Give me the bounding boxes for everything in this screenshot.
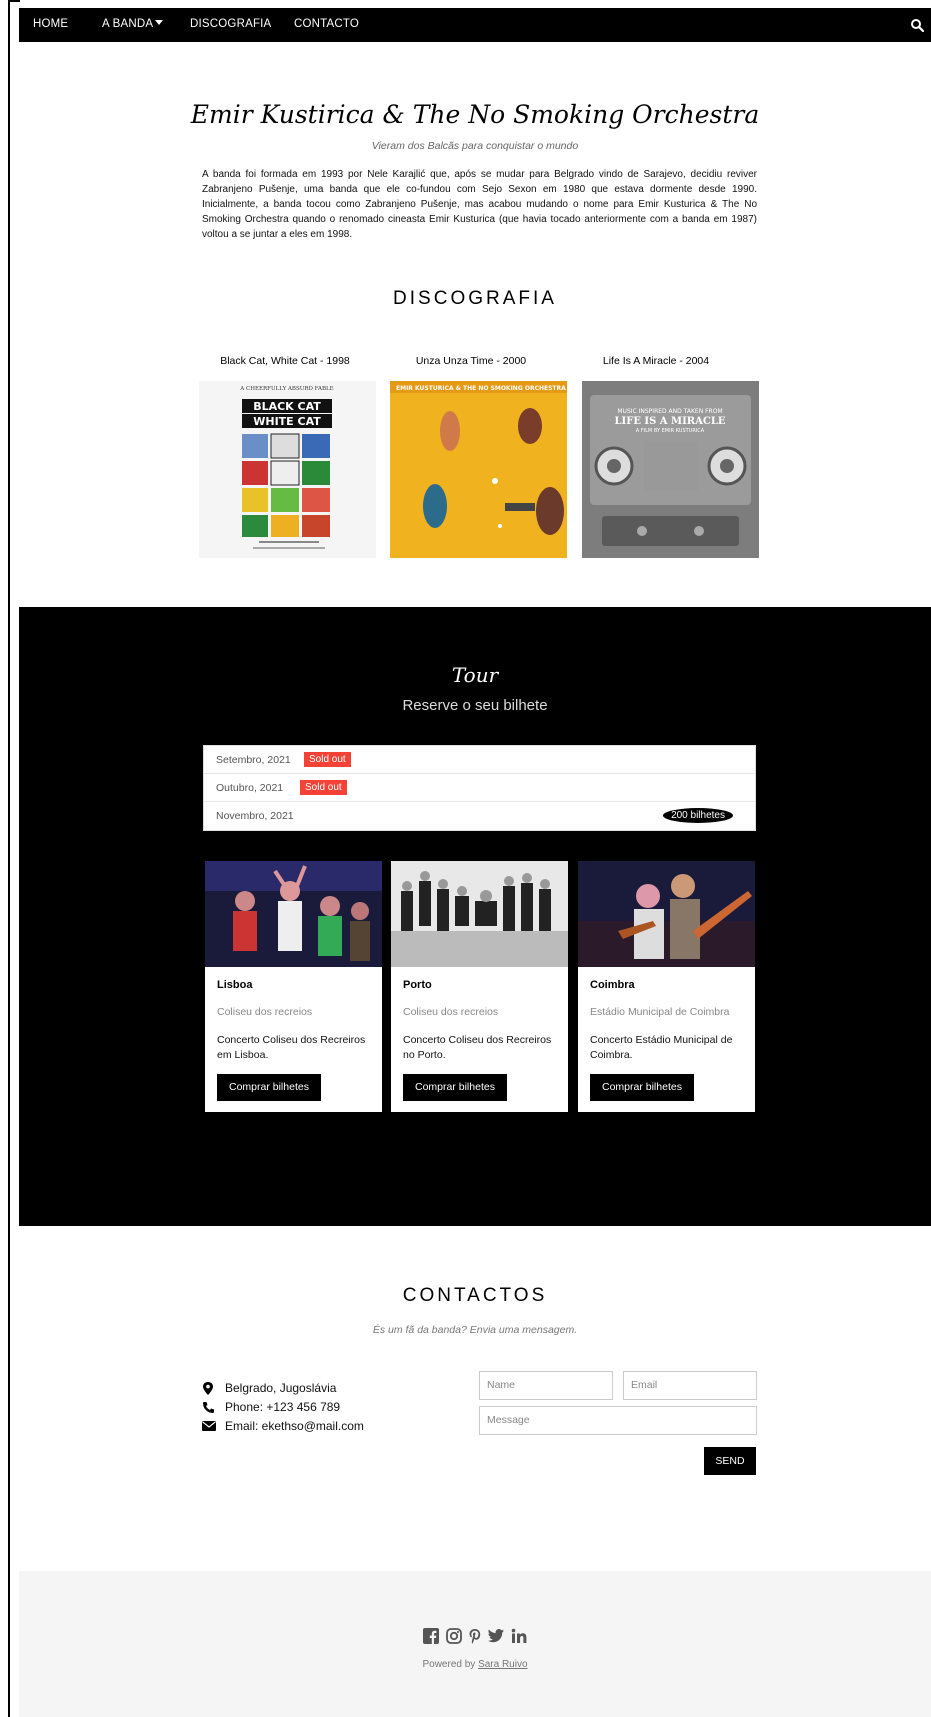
card-description: Concerto Coliseu dos Recreiros em Lisboa… <box>217 1034 366 1061</box>
album-title: Life Is A Miracle - 2004 <box>602 355 710 367</box>
tour-months-list: Setembro, 2021 Sold out Outubro, 2021 So… <box>203 745 756 831</box>
caret-down-icon <box>155 20 164 25</box>
tour-title: Tour <box>451 663 499 687</box>
phone-text: Phone: +123 456 789 <box>225 1400 341 1414</box>
email-input[interactable]: Email <box>623 1371 757 1400</box>
browser-frame: HOME A BANDA DISCOGRAFIA CONTACTO Emir K… <box>0 0 931 1717</box>
phone-icon <box>203 1402 214 1413</box>
location-text: Belgrado, Jugoslávia <box>225 1381 337 1395</box>
tour-card-lisboa: Lisboa Coliseu dos recreios Concerto Col… <box>205 861 382 1112</box>
name-input[interactable]: Name <box>479 1371 613 1400</box>
social-links <box>19 1627 931 1645</box>
twitter-icon[interactable] <box>488 1628 505 1643</box>
tour-card-coimbra: Coimbra Estádio Municipal de Coimbra Con… <box>578 861 755 1112</box>
send-button[interactable]: SEND <box>704 1447 756 1475</box>
envelope-icon <box>202 1421 216 1431</box>
nav-a-banda-label: A BANDA <box>102 18 154 30</box>
buy-tickets-button[interactable]: Comprar bilhetes <box>403 1074 507 1101</box>
nav-contacto[interactable]: CONTACTO <box>294 18 359 30</box>
footer: Powered by Sara Ruivo <box>19 1571 931 1717</box>
tickets-badge: 200 bilhetes <box>663 808 733 823</box>
facebook-icon[interactable] <box>423 1627 440 1644</box>
powered-by: Powered by Sara Ruivo <box>19 1659 931 1670</box>
email-text: Email: ekethso@mail.com <box>225 1419 364 1433</box>
tour-card-porto: Porto Coliseu dos recreios Concerto Coli… <box>391 861 568 1112</box>
nav-discografia[interactable]: DISCOGRAFIA <box>190 18 271 30</box>
buy-tickets-button[interactable]: Comprar bilhetes <box>217 1074 321 1101</box>
month-row[interactable]: Setembro, 2021 Sold out <box>204 746 755 774</box>
album-art-text: LIFE IS A MIRACLE <box>615 416 726 427</box>
linkedin-icon[interactable] <box>511 1628 527 1644</box>
album-title: Unza Unza Time - 2000 <box>415 355 527 367</box>
album-art-text: EMIR KUSTURICA & THE NO SMOKING ORCHESTR… <box>396 385 566 392</box>
album-title: Black Cat, White Cat - 1998 <box>220 355 350 367</box>
album-cover-black-cat[interactable]: A CHEERFULLY ABSURD FABLE BLACK CAT WHIT… <box>199 381 376 558</box>
nav-a-banda[interactable]: A BANDA <box>102 18 164 30</box>
card-description: Concerto Estádio Municipal de Coimbra. <box>590 1034 733 1061</box>
tour-section: Tour Reserve o seu bilhete Setembro, 202… <box>19 607 931 1226</box>
month-label: Novembro, 2021 <box>216 810 294 822</box>
album-cover-life-is-a-miracle[interactable]: MUSIC INSPIRED AND TAKEN FROM LIFE IS A … <box>582 381 759 558</box>
message-input[interactable]: Message <box>479 1406 757 1435</box>
month-row[interactable]: Outubro, 2021 Sold out <box>204 774 755 802</box>
concert-photo <box>578 861 755 967</box>
band-subtitle: Vieram dos Balcãs para conquistar o mund… <box>371 140 579 152</box>
card-city: Lisboa <box>217 979 253 991</box>
buy-tickets-button[interactable]: Comprar bilhetes <box>590 1074 694 1101</box>
band-title: Emir Kustirica & The No Smoking Orchestr… <box>190 100 760 129</box>
album-art-text: WHITE CAT <box>253 415 321 428</box>
sold-out-badge: Sold out <box>300 780 347 795</box>
pinterest-icon[interactable] <box>468 1628 482 1644</box>
album-cover-unza-unza[interactable]: EMIR KUSTURICA & THE NO SMOKING ORCHESTR… <box>390 381 567 558</box>
frame-edge-top <box>8 0 20 2</box>
album-art-text: A CHEERFULLY ABSURD FABLE <box>239 386 333 392</box>
search-icon[interactable] <box>910 18 924 32</box>
month-row[interactable]: Novembro, 2021 200 bilhetes <box>204 802 755 830</box>
month-label: Setembro, 2021 <box>216 754 291 766</box>
card-venue: Coliseu dos recreios <box>403 1006 499 1018</box>
sold-out-badge: Sold out <box>304 752 351 767</box>
card-venue: Estádio Municipal de Coimbra <box>590 1006 730 1018</box>
map-marker-icon <box>203 1382 213 1395</box>
author-link[interactable]: Sara Ruivo <box>478 1659 527 1670</box>
concert-photo <box>391 861 568 967</box>
contact-title: CONTACTOS <box>402 1285 548 1306</box>
frame-edge <box>8 0 10 1717</box>
album-art-text: A FILM BY EMIR KUSTURICA <box>636 428 705 434</box>
album-art-text: MUSIC INSPIRED AND TAKEN FROM <box>617 408 722 415</box>
top-nav: HOME A BANDA DISCOGRAFIA CONTACTO <box>19 8 931 42</box>
card-venue: Coliseu dos recreios <box>217 1006 313 1018</box>
instagram-icon[interactable] <box>445 1627 462 1644</box>
discography-title: DISCOGRAFIA <box>393 288 557 309</box>
concert-photo <box>205 861 382 967</box>
card-description: Concerto Coliseu dos Recreiros no Porto. <box>403 1034 552 1061</box>
band-description: A banda foi formada em 1993 por Nele Kar… <box>202 169 757 240</box>
contact-subtitle: És um fã da banda? Envia uma mensagem. <box>372 1324 578 1336</box>
powered-prefix: Powered by <box>422 1659 476 1670</box>
album-art-text: BLACK CAT <box>253 400 321 413</box>
month-label: Outubro, 2021 <box>216 782 284 794</box>
card-city: Porto <box>403 979 432 991</box>
tour-subtitle: Reserve o seu bilhete <box>402 697 548 714</box>
card-city: Coimbra <box>590 979 635 991</box>
nav-home[interactable]: HOME <box>33 18 68 30</box>
page: HOME A BANDA DISCOGRAFIA CONTACTO Emir K… <box>19 8 931 1717</box>
